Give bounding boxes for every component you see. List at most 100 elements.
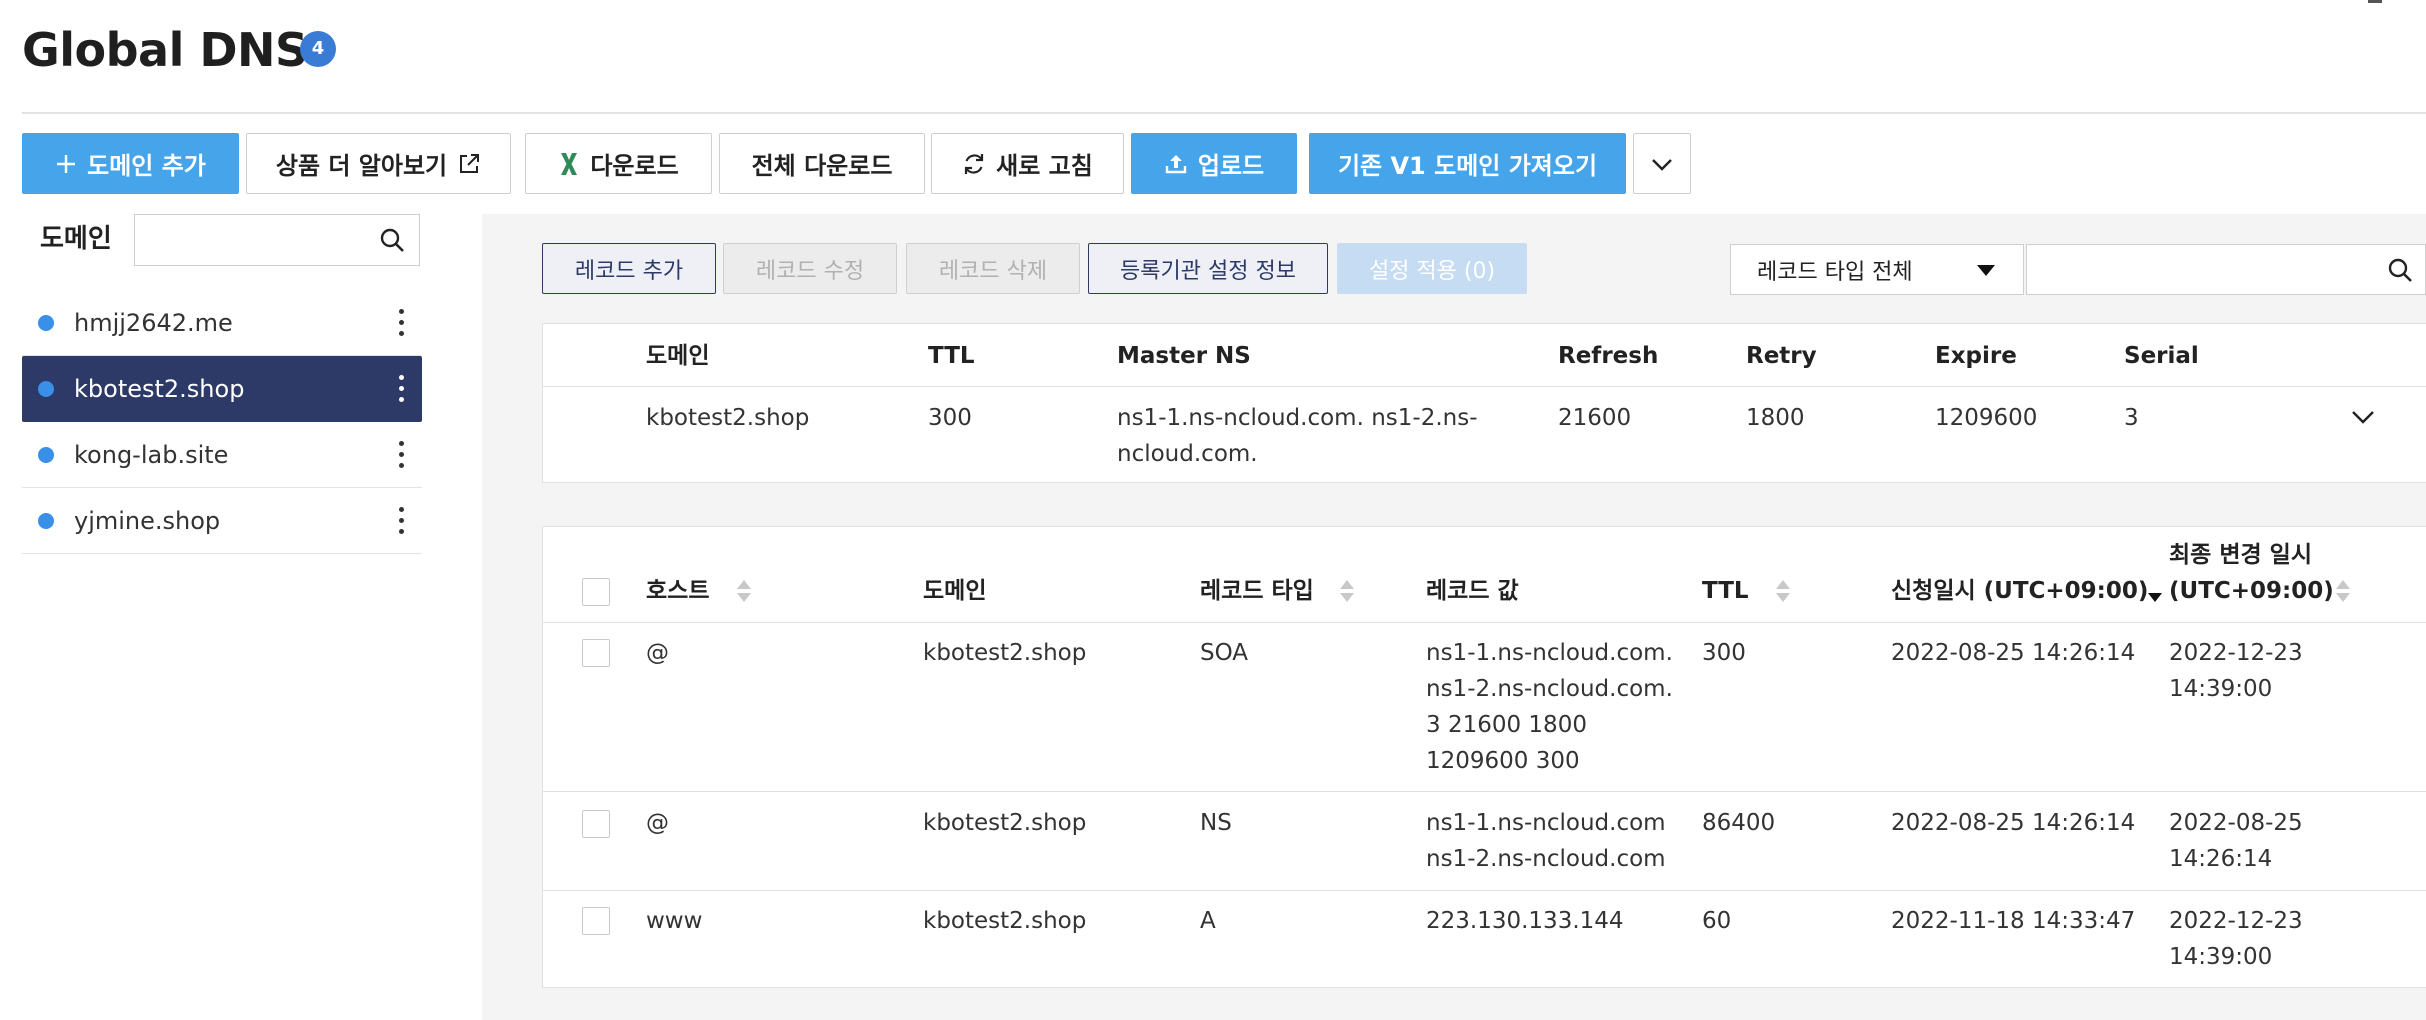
sidebar-domain-label: 도메인 (40, 224, 112, 254)
sort-modified-icon[interactable] (2336, 580, 2352, 606)
status-dot (38, 446, 54, 463)
info-header-ttl: TTL (928, 343, 975, 369)
info-retry-value: 1800 (1746, 405, 1805, 431)
download-button[interactable]: 다운로드 (525, 133, 712, 194)
col-header-modified[interactable]: 최종 변경 일시 (UTC+09:00) (2169, 537, 2334, 609)
row-modified: 2022-12-23 14:39:00 (2169, 640, 2303, 702)
info-header-expire: Expire (1935, 343, 2017, 369)
add-domain-button[interactable]: 도메인 추가 (22, 133, 239, 194)
row-divider (542, 890, 2426, 891)
row-modified: 2022-12-23 14:39:00 (2169, 908, 2303, 970)
row-checkbox[interactable] (582, 639, 610, 667)
col-header-host[interactable]: 호스트 (646, 573, 709, 609)
info-header-master-ns: Master NS (1117, 343, 1251, 369)
domain-list-item-selected[interactable]: kbotest2.shop (22, 356, 422, 422)
more-actions-button[interactable] (1633, 133, 1691, 194)
domain-count-badge: 4 (300, 31, 336, 67)
domain-list-item[interactable]: hmjj2642.me (22, 290, 422, 356)
info-expire-value: 1209600 (1935, 405, 2038, 431)
sort-host-icon[interactable] (737, 580, 753, 606)
row-domain: kbotest2.shop (923, 810, 1087, 836)
upload-icon (1165, 154, 1187, 173)
import-v1-domain-button[interactable]: 기존 V1 도메인 가져오기 (1309, 133, 1626, 194)
upload-label: 업로드 (1197, 152, 1265, 180)
domain-name: kbotest2.shop (74, 374, 245, 403)
record-search-input[interactable] (2026, 244, 2426, 295)
add-record-button[interactable]: 레코드 추가 (542, 243, 716, 294)
delete-record-button[interactable]: 레코드 삭제 (906, 243, 1080, 294)
download-all-button[interactable]: 전체 다운로드 (719, 133, 925, 194)
col-header-ttl[interactable]: TTL (1702, 573, 1749, 609)
sort-record-type-icon[interactable] (1340, 580, 1356, 606)
select-all-checkbox[interactable] (582, 578, 610, 606)
search-icon[interactable] (379, 227, 405, 253)
domain-name: yjmine.shop (74, 506, 221, 535)
domain-list-item[interactable]: kong-lab.site (22, 422, 422, 488)
row-record-value: 223.130.133.144 (1426, 908, 1624, 934)
registrar-info-button[interactable]: 등록기관 설정 정보 (1088, 243, 1328, 294)
row-checkbox[interactable] (582, 907, 610, 935)
sort-ttl-icon[interactable] (1776, 580, 1792, 606)
records-header-divider (542, 622, 2426, 623)
edit-record-button[interactable]: 레코드 수정 (723, 243, 897, 294)
col-header-record-type[interactable]: 레코드 타입 (1200, 573, 1314, 609)
info-refresh-value: 21600 (1558, 405, 1632, 431)
row-record-type: NS (1200, 810, 1232, 836)
domain-name: hmjj2642.me (74, 308, 233, 337)
record-type-select[interactable]: 레코드 타입 전체 (1730, 244, 2024, 295)
expand-chevron-icon[interactable] (2350, 408, 2376, 426)
status-dot (38, 380, 54, 397)
add-domain-label: 도메인 추가 (87, 152, 206, 180)
refresh-button[interactable]: 새로 고침 (931, 133, 1124, 194)
external-link-icon (460, 153, 480, 173)
kebab-icon[interactable] (398, 507, 404, 535)
apply-settings-button[interactable]: 설정 적용 (0) (1337, 243, 1527, 294)
row-record-type: A (1200, 908, 1216, 934)
info-master-ns-value: ns1-1.ns-ncloud.com. ns1-2.ns- ncloud.co… (1117, 405, 1478, 467)
upload-button[interactable]: 업로드 (1131, 133, 1297, 194)
info-header-divider (542, 386, 2426, 387)
row-domain: kbotest2.shop (923, 908, 1087, 934)
chevron-down-icon (1652, 158, 1672, 171)
info-header-serial: Serial (2124, 343, 2199, 369)
row-record-value: ns1-1.ns-ncloud.com. ns1-2.ns-ncloud.com… (1426, 640, 1673, 774)
download-label: 다운로드 (590, 152, 679, 180)
import-v1-label: 기존 V1 도메인 가져오기 (1337, 152, 1598, 180)
plus-icon (57, 154, 76, 173)
row-modified: 2022-08-25 14:26:14 (2169, 810, 2303, 872)
window-corner-mark (2368, 0, 2382, 3)
excel-icon (561, 152, 578, 175)
search-icon[interactable] (2387, 257, 2413, 283)
row-ttl: 300 (1702, 640, 1746, 666)
status-dot (38, 512, 54, 529)
row-record-type: SOA (1200, 640, 1249, 666)
refresh-icon (965, 153, 984, 174)
info-ttl-value: 300 (928, 405, 972, 431)
learn-more-label: 상품 더 알아보기 (275, 152, 448, 180)
kebab-icon[interactable] (398, 309, 404, 337)
sort-created-icon[interactable] (2148, 580, 2164, 606)
header-divider (22, 112, 2426, 114)
row-domain: kbotest2.shop (923, 640, 1087, 666)
info-header-refresh: Refresh (1558, 343, 1659, 369)
row-checkbox[interactable] (582, 810, 610, 838)
domain-list: hmjj2642.me kbotest2.shop kong-lab.site … (22, 290, 422, 554)
row-divider (542, 791, 2426, 792)
row-record-value: ns1-1.ns-ncloud.com ns1-2.ns-ncloud.com (1426, 810, 1666, 872)
page-title: Global DNS (22, 23, 308, 77)
domain-list-item[interactable]: yjmine.shop (22, 488, 422, 554)
row-created: 2022-08-25 14:26:14 (1891, 810, 2136, 836)
col-header-record-value: 레코드 값 (1426, 578, 1519, 604)
domain-search-input[interactable] (134, 214, 420, 266)
col-header-domain: 도메인 (923, 578, 987, 604)
domain-name: kong-lab.site (74, 440, 229, 469)
row-host: @ (646, 810, 669, 836)
learn-more-button[interactable]: 상품 더 알아보기 (246, 133, 511, 194)
kebab-icon[interactable] (398, 375, 404, 403)
row-created: 2022-08-25 14:26:14 (1891, 640, 2136, 666)
col-header-created[interactable]: 신청일시 (UTC+09:00) (1891, 573, 2148, 609)
row-host: @ (646, 640, 669, 666)
row-host: www (646, 908, 703, 934)
download-all-label: 전체 다운로드 (751, 152, 893, 180)
kebab-icon[interactable] (398, 441, 404, 469)
